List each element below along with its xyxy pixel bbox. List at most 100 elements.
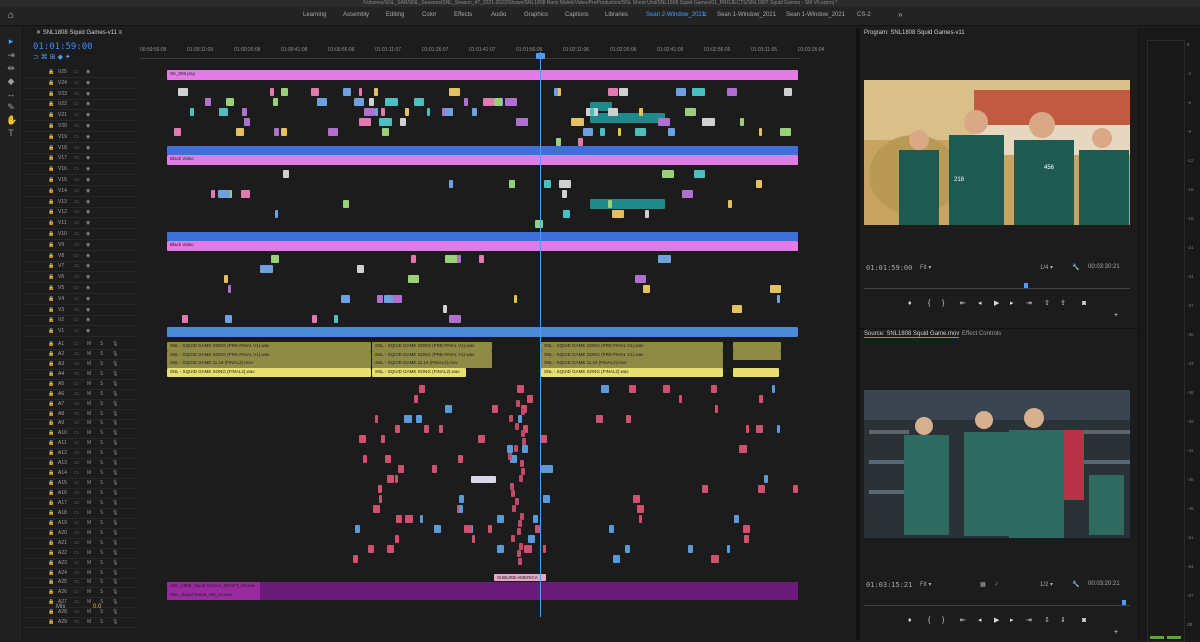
- lock-icon[interactable]: 🔒: [48, 579, 54, 585]
- source-step-forward-icon[interactable]: ▸: [1010, 617, 1014, 625]
- video-clip[interactable]: [385, 98, 398, 106]
- source-wrench-icon[interactable]: 🔧: [1072, 581, 1079, 588]
- audio-clip[interactable]: [757, 485, 766, 493]
- audio-track-header[interactable]: 🔒 A24 ▭ M S 🎙: [24, 569, 136, 579]
- video-clip[interactable]: [509, 180, 516, 188]
- audio-clip[interactable]: [396, 515, 402, 523]
- video-track-header[interactable]: 🔒 V10 ▭ ◉: [24, 230, 136, 240]
- video-clip[interactable]: [444, 108, 454, 116]
- mute-toggle[interactable]: M: [87, 381, 91, 387]
- sync-icon[interactable]: ▭: [74, 91, 79, 97]
- lock-icon[interactable]: 🔒: [48, 155, 54, 161]
- video-clip[interactable]: [612, 210, 624, 218]
- eye-icon[interactable]: ◉: [86, 209, 90, 215]
- eye-icon[interactable]: ◉: [86, 188, 90, 194]
- video-clip[interactable]: [343, 88, 352, 96]
- video-clip[interactable]: [582, 128, 593, 136]
- eye-icon[interactable]: ◉: [86, 155, 90, 161]
- step-back-icon[interactable]: ◂: [978, 300, 982, 308]
- mic-icon[interactable]: 🎙: [112, 341, 118, 347]
- video-clip[interactable]: [559, 180, 572, 188]
- audio-clip[interactable]: [511, 505, 516, 512]
- solo-toggle[interactable]: S: [100, 520, 103, 526]
- video-clip[interactable]: [682, 190, 693, 198]
- video-clip[interactable]: [311, 315, 317, 323]
- video-clip[interactable]: [758, 128, 762, 136]
- lock-icon[interactable]: 🔒: [48, 134, 54, 140]
- lock-icon[interactable]: 🔒: [48, 570, 54, 576]
- mic-icon[interactable]: 🎙: [112, 520, 118, 526]
- audio-track-header[interactable]: 🔒 A19 ▭ M S 🎙: [24, 519, 136, 529]
- sync-icon[interactable]: ▭: [74, 328, 79, 334]
- solo-toggle[interactable]: S: [100, 490, 103, 496]
- lock-icon[interactable]: 🔒: [48, 450, 54, 456]
- lock-icon[interactable]: 🔒: [48, 209, 54, 215]
- video-track-header[interactable]: 🔒 V15 ▭ ◉: [24, 176, 136, 186]
- mute-toggle[interactable]: M: [87, 560, 91, 566]
- sync-icon[interactable]: ▭: [74, 460, 79, 466]
- lock-icon[interactable]: 🔒: [48, 188, 54, 194]
- video-clip[interactable]: [635, 128, 647, 136]
- video-clip[interactable]: [617, 128, 622, 136]
- audio-clip[interactable]: [395, 425, 401, 433]
- video-clip[interactable]: [225, 315, 232, 323]
- video-clip[interactable]: [516, 118, 528, 126]
- video-track-header[interactable]: 🔒 V13 ▭ ◉: [24, 198, 136, 208]
- solo-toggle[interactable]: S: [100, 401, 103, 407]
- lock-icon[interactable]: 🔒: [48, 307, 54, 313]
- mute-toggle[interactable]: M: [87, 411, 91, 417]
- audio-clip[interactable]: [458, 495, 465, 503]
- audio-clip[interactable]: [488, 525, 492, 533]
- sync-icon[interactable]: ▭: [74, 101, 79, 107]
- mic-icon[interactable]: 🎙: [112, 570, 118, 576]
- eye-icon[interactable]: ◉: [86, 134, 90, 140]
- audio-clip[interactable]: [518, 475, 523, 482]
- video-clip[interactable]: [769, 285, 782, 293]
- audio-clip[interactable]: [516, 385, 525, 393]
- sync-icon[interactable]: ▭: [74, 231, 79, 237]
- video-clip[interactable]: [167, 327, 798, 337]
- audio-track-header[interactable]: 🔒 A8 ▭ M S 🎙: [24, 410, 136, 420]
- source-play-icon[interactable]: ▶: [994, 617, 999, 625]
- lock-icon[interactable]: 🔒: [48, 381, 54, 387]
- video-clip[interactable]: [368, 98, 374, 106]
- audio-clip[interactable]: [492, 405, 499, 413]
- video-track-header[interactable]: 🔒 V2 ▭ ◉: [24, 316, 136, 327]
- solo-toggle[interactable]: S: [100, 570, 103, 576]
- audio-track-header[interactable]: 🔒 A15 ▭ M S 🎙: [24, 479, 136, 490]
- mute-toggle[interactable]: M: [87, 371, 91, 377]
- eye-icon[interactable]: ◉: [86, 199, 90, 205]
- mic-icon[interactable]: 🎙: [112, 460, 118, 466]
- audio-clip[interactable]: [733, 351, 781, 360]
- sync-icon[interactable]: ▭: [74, 490, 79, 496]
- video-clip[interactable]: [556, 138, 562, 146]
- video-clip[interactable]: [328, 128, 338, 136]
- sync-icon[interactable]: ▭: [74, 351, 79, 357]
- sync-icon[interactable]: ▭: [74, 112, 79, 118]
- video-clip[interactable]: [407, 275, 419, 283]
- audio-track-header[interactable]: 🔒 A2 ▭ M S 🎙: [24, 350, 136, 360]
- mute-toggle[interactable]: M: [87, 599, 91, 605]
- lock-icon[interactable]: 🔒: [48, 480, 54, 486]
- mute-toggle[interactable]: M: [87, 430, 91, 436]
- audio-clip[interactable]: SNL - SQUID GAME SONG (FINAL2).wav: [541, 368, 723, 377]
- video-clip[interactable]: [226, 98, 235, 106]
- lock-icon[interactable]: 🔒: [48, 470, 54, 476]
- video-clip[interactable]: [739, 118, 744, 126]
- audio-clip[interactable]: [458, 455, 463, 463]
- lock-icon[interactable]: 🔒: [48, 253, 54, 259]
- mute-toggle[interactable]: M: [87, 609, 91, 615]
- mute-toggle[interactable]: M: [87, 579, 91, 585]
- video-clip[interactable]: [380, 108, 385, 116]
- wrench-icon[interactable]: 🔧: [1072, 264, 1079, 271]
- solo-toggle[interactable]: S: [100, 619, 103, 625]
- video-clip[interactable]: [227, 285, 231, 293]
- video-clip[interactable]: [608, 88, 619, 96]
- sync-icon[interactable]: ▭: [74, 80, 79, 86]
- sync-icon[interactable]: ▭: [74, 480, 79, 486]
- lock-icon[interactable]: 🔒: [48, 411, 54, 417]
- lock-icon[interactable]: 🔒: [48, 550, 54, 556]
- video-clip[interactable]: [562, 190, 567, 198]
- lock-icon[interactable]: 🔒: [48, 220, 54, 226]
- eye-icon[interactable]: ◉: [86, 91, 90, 97]
